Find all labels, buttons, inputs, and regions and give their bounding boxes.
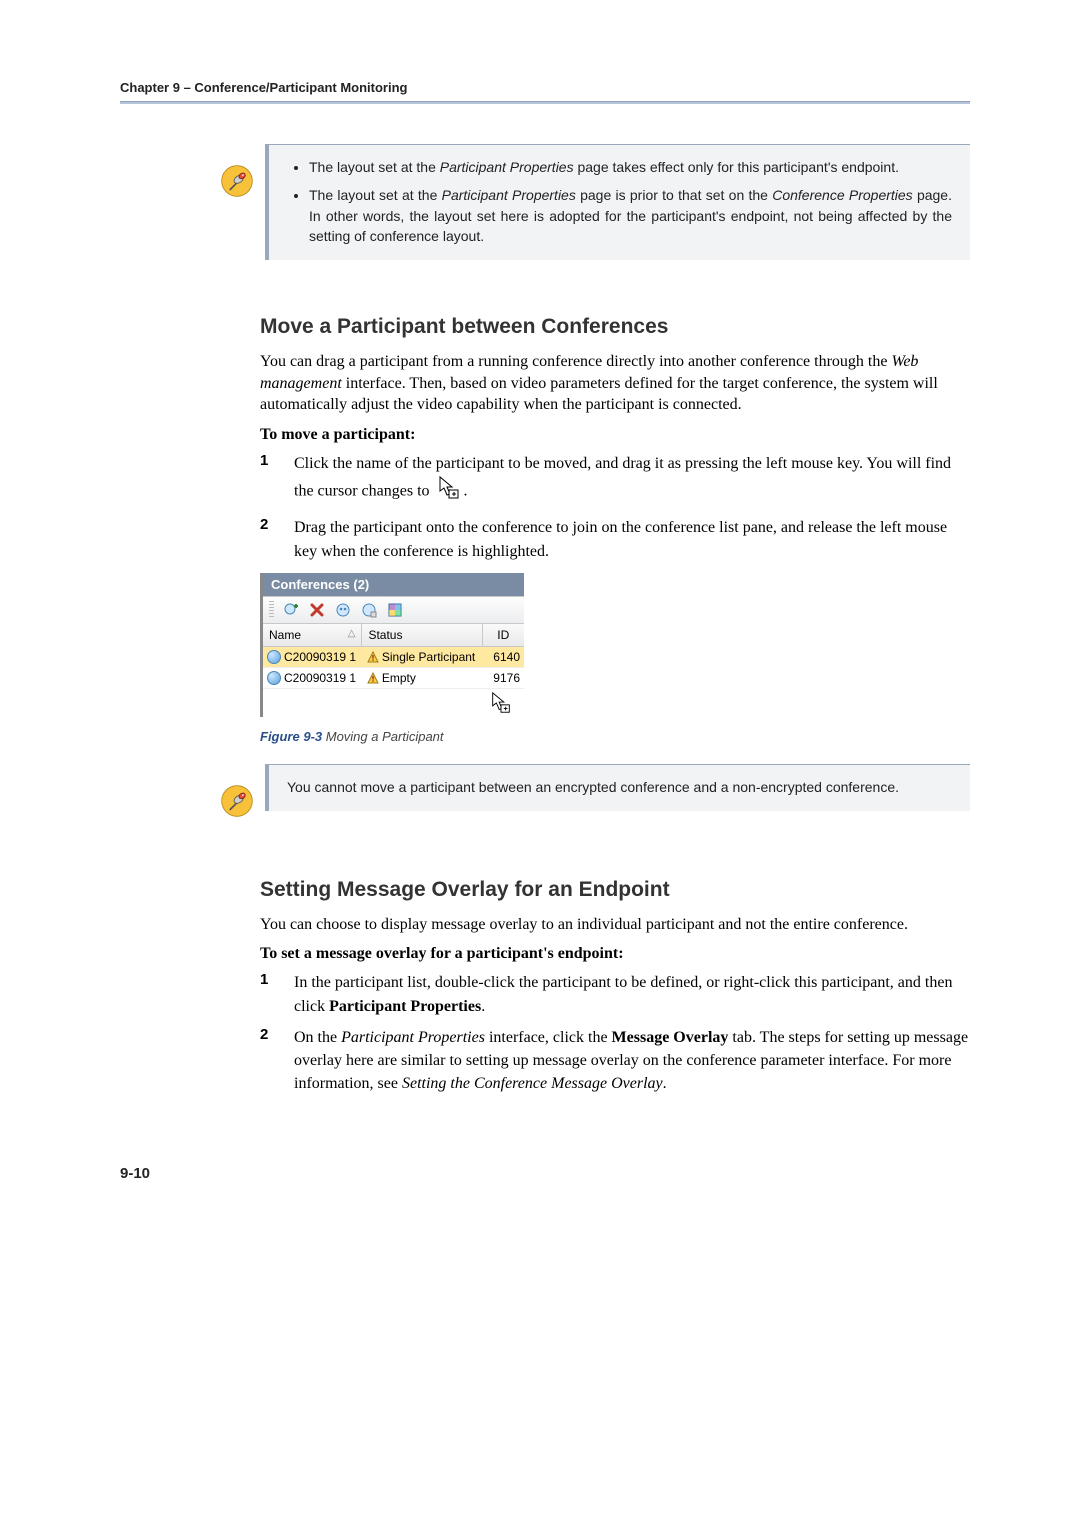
step-text-span: On the [294, 1029, 341, 1046]
conferences-panel: Conferences (2) [260, 573, 524, 717]
step-text-span: Click the name of the participant to be … [294, 455, 951, 499]
step-text: On the Participant Properties interface,… [294, 1026, 970, 1096]
drag-cursor-icon [438, 475, 460, 508]
conference-icon[interactable] [334, 601, 352, 619]
note-box: The layout set at the Participant Proper… [265, 144, 970, 260]
note-text: The layout set at the [309, 159, 440, 175]
pushpin-icon [220, 784, 254, 818]
procedure-heading: To move a participant: [260, 426, 970, 444]
note-text: You cannot move a participant between an… [287, 779, 899, 795]
table-row[interactable]: C20090319 1 Empty 9176 [263, 668, 524, 689]
procedure-heading: To set a message overlay for a participa… [260, 945, 970, 963]
section-heading: Move a Participant between Conferences [260, 315, 970, 339]
drag-cursor-icon [490, 691, 512, 715]
body-paragraph: You can choose to display message overla… [260, 914, 970, 936]
figure-caption-text: Moving a Participant [322, 729, 443, 744]
cell-name: C20090319 1 [284, 650, 356, 664]
panel-blank-area [263, 689, 524, 717]
page-number: 9-10 [120, 1165, 970, 1182]
note-text: The layout set at the [309, 187, 442, 203]
table-header-row: Name △ Status ID [263, 624, 524, 647]
step-text-span: . [464, 482, 468, 499]
warning-icon [367, 672, 379, 684]
sort-indicator-icon: △ [348, 628, 356, 639]
warning-icon [367, 651, 379, 663]
body-paragraph: You can drag a participant from a runnin… [260, 351, 970, 416]
layout-grid-icon[interactable] [386, 601, 404, 619]
header-rule [120, 101, 970, 104]
conference-row-icon [267, 671, 281, 685]
column-header-name[interactable]: Name △ [263, 624, 362, 646]
table-row[interactable]: C20090319 1 Single Participant 6140 [263, 647, 524, 668]
note-text: page takes effect only for this particip… [574, 159, 899, 175]
column-header-label: Name [269, 628, 301, 642]
note-box: You cannot move a participant between an… [265, 764, 970, 811]
step-text-span: . [481, 998, 485, 1015]
step-text: In the participant list, double-click th… [294, 971, 970, 1017]
step-number: 1 [260, 971, 294, 1017]
step-text-italic: Setting the Conference Message Overlay [402, 1075, 663, 1092]
step-number: 2 [260, 516, 294, 562]
para-text: You can drag a participant from a runnin… [260, 353, 891, 370]
panel-title: Conferences (2) [263, 573, 524, 596]
cell-id: 6140 [485, 647, 524, 667]
note-text: page is prior to that set on the [576, 187, 772, 203]
grip-icon [269, 601, 274, 619]
cell-status: Empty [382, 671, 416, 685]
add-conference-icon[interactable] [282, 601, 300, 619]
para-text: interface. Then, based on video paramete… [260, 375, 938, 414]
note-text-italic: Participant Properties [442, 187, 576, 203]
cell-status: Single Participant [382, 650, 475, 664]
column-header-id[interactable]: ID [483, 624, 524, 646]
note-item: The layout set at the Participant Proper… [309, 185, 952, 246]
note-text-italic: Conference Properties [772, 187, 912, 203]
cell-id: 9176 [485, 668, 524, 688]
step-number: 2 [260, 1026, 294, 1096]
cell-name: C20090319 1 [284, 671, 356, 685]
conference-settings-icon[interactable] [360, 601, 378, 619]
chapter-header: Chapter 9 – Conference/Participant Monit… [120, 80, 970, 101]
step-text-span: . [663, 1075, 667, 1092]
note-text-italic: Participant Properties [440, 159, 574, 175]
step-text-span: interface, click the [485, 1029, 612, 1046]
conference-row-icon [267, 650, 281, 664]
delete-icon[interactable] [308, 601, 326, 619]
column-header-status[interactable]: Status [362, 624, 482, 646]
step-text-italic: Participant Properties [341, 1029, 485, 1046]
note-item: The layout set at the Participant Proper… [309, 157, 952, 177]
pushpin-icon [220, 164, 254, 198]
step-text: Drag the participant onto the conference… [294, 516, 970, 562]
step-text-bold: Message Overlay [612, 1029, 729, 1046]
panel-toolbar [263, 596, 524, 624]
figure-caption: Figure 9-3 Moving a Participant [260, 729, 524, 744]
figure: Conferences (2) [260, 573, 524, 744]
figure-caption-label: Figure 9-3 [260, 729, 322, 744]
step-text: Click the name of the participant to be … [294, 452, 970, 508]
step-number: 1 [260, 452, 294, 508]
section-heading: Setting Message Overlay for an Endpoint [260, 878, 970, 902]
step-text-bold: Participant Properties [329, 998, 481, 1015]
